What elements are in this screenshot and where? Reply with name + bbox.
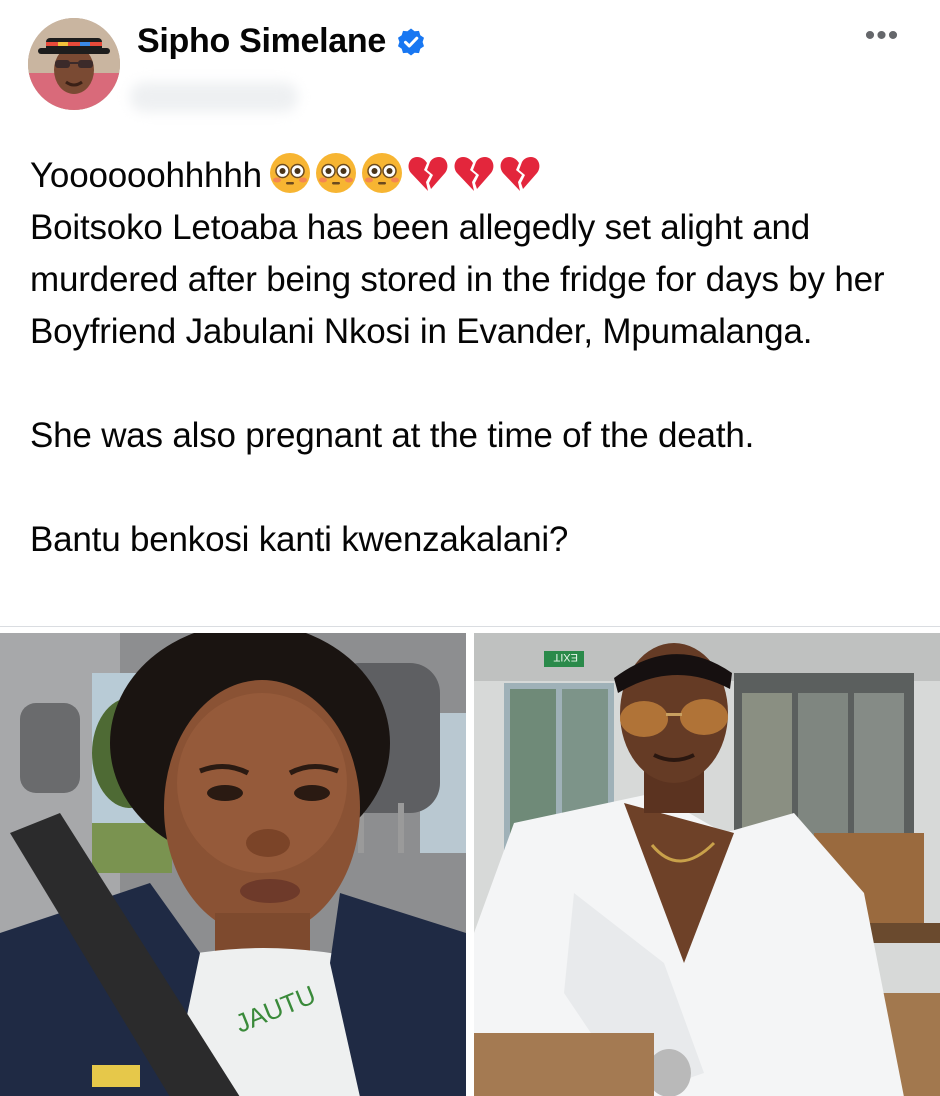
more-options-button[interactable]: ••• (858, 18, 906, 54)
broken-heart-emoji-icon (498, 151, 542, 195)
more-horizontal-icon: ••• (864, 19, 900, 52)
post-text-paragraph-1: Boitsoko Letoaba has been allegedly set … (30, 208, 885, 351)
flushed-face-emoji-icon (314, 151, 358, 195)
emoji-row (268, 151, 542, 195)
facebook-post: Sipho Simelane ••• Yoooooohhhhh Boitsoko… (0, 0, 940, 1096)
post-text-paragraph-2: She was also pregnant at the time of the… (30, 416, 755, 455)
woman-selfie-photo[interactable]: JAUTU (0, 633, 466, 1096)
broken-heart-emoji-icon (452, 151, 496, 195)
post-text: Yoooooohhhhh Boitsoko Letoaba has been a… (30, 150, 910, 566)
post-header: Sipho Simelane ••• (0, 0, 940, 130)
post-text-line1: Yoooooohhhhh (30, 156, 262, 195)
post-metadata-blurred (130, 82, 298, 112)
flushed-face-emoji-icon (360, 151, 404, 195)
post-text-paragraph-3: Bantu benkosi kanti kwenzakalani? (30, 520, 569, 559)
man-photo[interactable]: EXIT (474, 633, 940, 1096)
broken-heart-emoji-icon (406, 151, 450, 195)
exit-sign-text: EXIT (553, 651, 578, 663)
author-avatar[interactable] (28, 18, 120, 110)
photo-grid: JAUTU EXIT (0, 626, 940, 1096)
author-name[interactable]: Sipho Simelane (137, 22, 386, 61)
verified-badge-icon (396, 27, 426, 57)
flushed-face-emoji-icon (268, 151, 312, 195)
